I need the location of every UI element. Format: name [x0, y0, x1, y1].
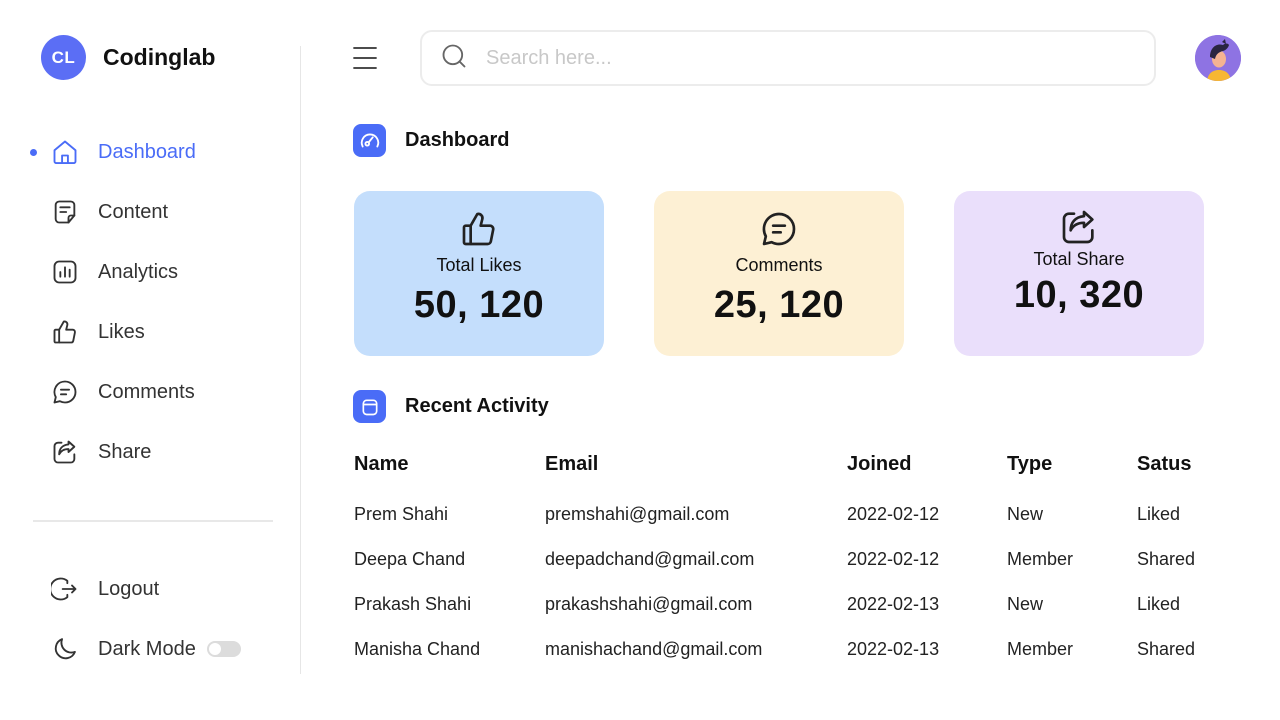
- menu-icon: [353, 47, 377, 69]
- cell-status: Liked: [1137, 504, 1181, 524]
- thumbs-up-icon: [50, 317, 80, 347]
- brand[interactable]: CL Codinglab: [41, 35, 215, 80]
- avatar[interactable]: [1195, 35, 1241, 81]
- cell-joined: 2022-02-13: [847, 594, 940, 614]
- logout-button[interactable]: Logout: [0, 559, 300, 619]
- column-header-name: Name: [354, 453, 409, 475]
- comment-icon: [759, 209, 799, 249]
- column-header-joined: Joined: [847, 453, 912, 475]
- card-value: 25, 120: [713, 284, 845, 326]
- logout-label: Logout: [98, 577, 160, 600]
- cell-status: Shared: [1137, 639, 1196, 659]
- cell-name: Deepa Chand: [354, 549, 466, 569]
- dashboard-heading: Dashboard: [353, 124, 509, 157]
- cell-email: prakashshahi@gmail.com: [545, 594, 753, 614]
- cell-type: Member: [1007, 639, 1074, 659]
- card-title: Total Likes: [436, 255, 522, 275]
- sidebar-item-label: Comments: [98, 380, 195, 403]
- sidebar: CL Codinglab Dashboard Content Analytics…: [0, 0, 301, 720]
- brand-name: Codinglab: [103, 44, 216, 70]
- sidebar-border: [300, 46, 301, 674]
- cell-type: New: [1007, 594, 1044, 614]
- dark-mode-label: Dark Mode: [98, 637, 196, 660]
- cell-name: Prakash Shahi: [354, 594, 472, 614]
- search-bar[interactable]: [420, 30, 1156, 86]
- search-icon: [440, 42, 468, 75]
- sidebar-bottom: Logout Dark Mode: [0, 559, 300, 679]
- comment-icon: [50, 377, 80, 407]
- column-header-status: Satus: [1137, 453, 1192, 475]
- column-header-email: Email: [545, 453, 599, 475]
- page-title: Dashboard: [405, 129, 510, 151]
- cell-name: Prem Shahi: [354, 504, 449, 524]
- card-value: 10, 320: [1013, 274, 1145, 316]
- note-icon: [50, 197, 80, 227]
- speedometer-icon: [353, 124, 386, 157]
- brand-logo: CL: [41, 35, 86, 80]
- sidebar-item-label: Share: [98, 440, 152, 463]
- active-indicator: [30, 149, 37, 156]
- cell-joined: 2022-02-13: [847, 639, 940, 659]
- stat-card-likes[interactable]: Total Likes 50, 120: [354, 191, 604, 356]
- stat-card-comments[interactable]: Comments 25, 120: [654, 191, 904, 356]
- activity-heading: Recent Activity: [353, 390, 549, 423]
- thumbs-up-icon: [459, 209, 499, 249]
- sidebar-item-label: Content: [98, 200, 169, 223]
- cell-joined: 2022-02-12: [847, 504, 940, 524]
- chart-icon: [50, 257, 80, 287]
- sidebar-item-label: Analytics: [98, 260, 179, 283]
- dark-mode-toggle[interactable]: [206, 641, 241, 657]
- sidebar-item-likes[interactable]: Likes: [0, 302, 300, 362]
- sidebar-item-comments[interactable]: Comments: [0, 362, 300, 422]
- sidebar-item-dashboard[interactable]: Dashboard: [0, 122, 300, 182]
- sidebar-item-label: Likes: [98, 320, 145, 343]
- stat-card-share[interactable]: Total Share 10, 320: [954, 191, 1204, 356]
- sidebar-item-share[interactable]: Share: [0, 422, 300, 482]
- sidebar-divider: [33, 520, 273, 522]
- share-icon: [1059, 207, 1099, 247]
- dark-mode-item[interactable]: Dark Mode: [0, 619, 300, 679]
- cell-email: premshahi@gmail.com: [545, 504, 730, 524]
- sidebar-item-content[interactable]: Content: [0, 182, 300, 242]
- cell-email: manishachand@gmail.com: [545, 639, 763, 659]
- menu-button[interactable]: [353, 46, 377, 70]
- cell-joined: 2022-02-12: [847, 549, 940, 569]
- calendar-icon: [353, 390, 386, 423]
- section-title: Recent Activity: [405, 395, 549, 417]
- sidebar-nav: Dashboard Content Analytics Likes Commen…: [0, 122, 300, 482]
- sidebar-item-analytics[interactable]: Analytics: [0, 242, 300, 302]
- cell-status: Shared: [1137, 549, 1196, 569]
- logout-icon: [50, 574, 80, 604]
- cell-name: Manisha Chand: [354, 639, 481, 659]
- cell-type: Member: [1007, 549, 1074, 569]
- cell-status: Liked: [1137, 594, 1181, 614]
- sidebar-item-label: Dashboard: [98, 140, 196, 163]
- card-title: Total Share: [1033, 249, 1125, 269]
- toggle-knob: [208, 643, 221, 655]
- cell-type: New: [1007, 504, 1044, 524]
- moon-icon: [50, 634, 80, 664]
- cell-email: deepadchand@gmail.com: [545, 549, 755, 569]
- share-icon: [50, 437, 80, 467]
- search-input[interactable]: [486, 46, 1106, 70]
- card-title: Comments: [735, 255, 823, 275]
- home-icon: [50, 137, 80, 167]
- column-header-type: Type: [1007, 453, 1053, 475]
- card-value: 50, 120: [413, 284, 545, 326]
